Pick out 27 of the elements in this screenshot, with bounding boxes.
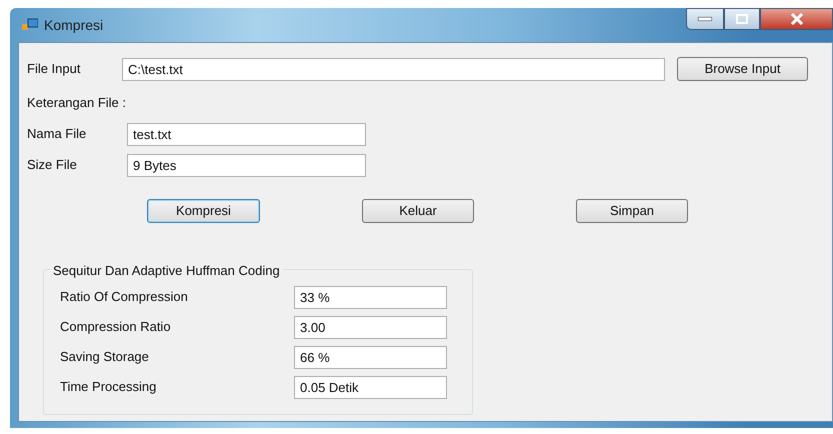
action-button[interactable]: Kompresi (147, 198, 260, 222)
result-field[interactable]: 66 % (294, 346, 447, 368)
app-icon (22, 18, 38, 32)
close-icon (790, 13, 804, 25)
window-title: Kompresi (44, 16, 104, 35)
field-label: Size File (27, 156, 78, 174)
action-button[interactable]: Simpan (576, 198, 688, 222)
field-label: Saving Storage (60, 348, 150, 366)
section-label: Keterangan File : (27, 94, 126, 112)
text-field[interactable]: test.txt (127, 122, 366, 146)
result-field[interactable]: 0.05 Detik (294, 376, 447, 398)
text-field[interactable]: 9 Bytes (127, 154, 366, 176)
action-button[interactable]: Keluar (362, 198, 474, 222)
field-label: Ratio Of Compression (60, 288, 189, 306)
close-button[interactable] (760, 8, 833, 30)
field-label: File Input (27, 60, 82, 78)
minimize-button[interactable] (686, 8, 724, 30)
result-field[interactable]: 33 % (294, 286, 447, 308)
field-label: Compression Ratio (60, 318, 172, 336)
maximize-button[interactable] (724, 8, 760, 30)
result-field[interactable]: 3.00 (294, 316, 447, 338)
maximize-icon (736, 14, 748, 24)
path-field[interactable]: C:\test.txt (122, 58, 665, 80)
browse-button[interactable]: Browse Input (677, 57, 808, 81)
field-label: Time Processing (60, 378, 158, 396)
minimize-icon (698, 17, 712, 21)
field-label: Nama File (27, 125, 88, 144)
